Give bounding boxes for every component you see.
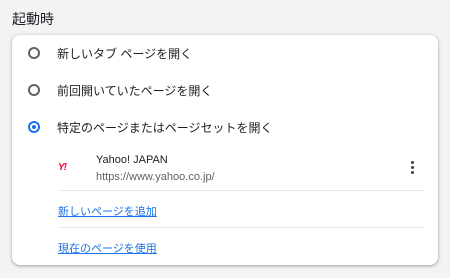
option-new-tab[interactable]: 新しいタブ ページを開く	[12, 35, 438, 71]
yahoo-favicon-icon: Y!	[58, 162, 67, 173]
option-specific-pages-label: 特定のページまたはページセットを開く	[57, 120, 273, 135]
startup-page-title: Yahoo! JAPAN	[96, 154, 168, 166]
radio-new-tab[interactable]	[28, 47, 40, 59]
option-new-tab-label: 新しいタブ ページを開く	[57, 46, 193, 61]
use-current-pages-link[interactable]: 現在のページを使用	[58, 240, 157, 256]
startup-page-item: Y! Yahoo! JAPAN https://www.yahoo.co.jp/	[58, 153, 424, 191]
startup-page-url: https://www.yahoo.co.jp/	[96, 171, 215, 183]
add-page-link[interactable]: 新しいページを追加	[58, 203, 157, 219]
option-continue[interactable]: 前回開いていたページを開く	[12, 72, 438, 108]
radio-specific-pages[interactable]	[28, 121, 40, 133]
more-actions-icon[interactable]	[400, 155, 424, 179]
startup-card: 新しいタブ ページを開く 前回開いていたページを開く 特定のページまたはページセ…	[12, 35, 438, 265]
section-title: 起動時	[12, 11, 54, 27]
divider	[58, 227, 424, 228]
option-continue-label: 前回開いていたページを開く	[57, 83, 213, 98]
radio-continue[interactable]	[28, 84, 40, 96]
divider	[58, 190, 424, 191]
option-specific-pages[interactable]: 特定のページまたはページセットを開く	[12, 109, 438, 145]
